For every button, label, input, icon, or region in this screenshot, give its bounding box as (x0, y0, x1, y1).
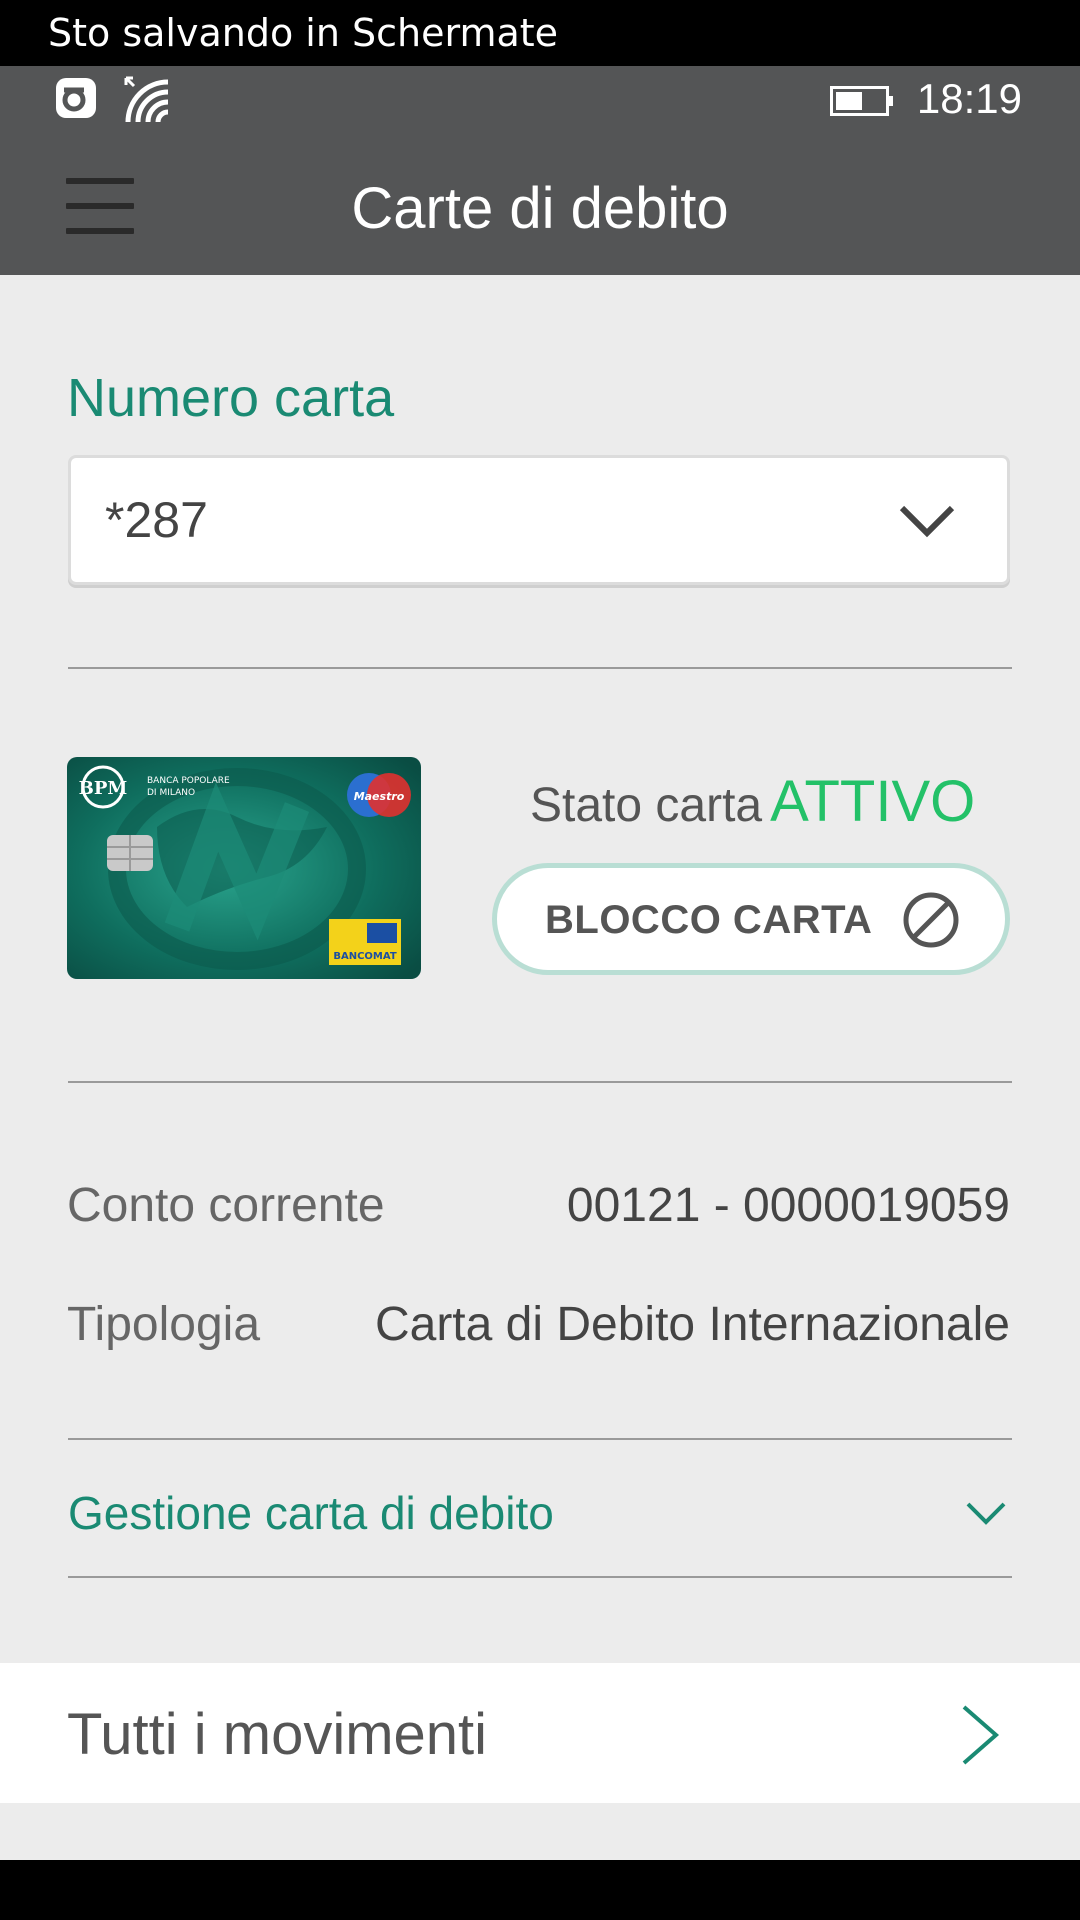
card-management-label: Gestione carta di debito (68, 1487, 554, 1539)
divider (68, 1576, 1012, 1578)
chevron-down-icon (966, 1502, 1006, 1525)
block-card-button[interactable]: BLOCCO CARTA (492, 863, 1010, 975)
card-status: Stato carta ATTIVO (530, 768, 975, 835)
system-bottom-bar (0, 1860, 1080, 1920)
block-card-label: BLOCCO CARTA (545, 898, 873, 942)
divider (68, 1081, 1012, 1083)
chevron-down-icon (899, 505, 955, 538)
account-value: 00121 - 0000019059 (566, 1179, 1010, 1232)
card-number-label: Numero carta (67, 368, 395, 428)
card-bank-name: BANCA POPOLARE (147, 776, 230, 786)
divider (68, 1438, 1012, 1440)
card-status-value: ATTIVO (770, 769, 976, 834)
card-logo-bpm: BPM (79, 778, 128, 799)
card-management-expander[interactable]: Gestione carta di debito (68, 1446, 1012, 1566)
bancomat-logo: BANCOMAT (333, 951, 396, 962)
all-movements-row[interactable]: Tutti i movimenti (0, 1663, 1080, 1803)
debit-card-image: BPM BANCA POPOLARE DI MILANO Maestro BAN… (67, 757, 421, 979)
card-number-select[interactable]: *287 (68, 455, 1010, 585)
battery-icon (830, 86, 893, 116)
all-movements-label: Tutti i movimenti (67, 1702, 488, 1767)
type-value: Carta di Debito Internazionale (374, 1298, 1010, 1351)
account-label: Conto corrente (67, 1179, 385, 1232)
svg-text:DI MILANO: DI MILANO (147, 788, 195, 798)
divider (68, 667, 1012, 669)
screenshot-toast: Sto salvando in Schermate (0, 0, 1080, 66)
chevron-right-icon (962, 1705, 1000, 1765)
maestro-logo: Maestro (354, 790, 405, 803)
toast-text: Sto salvando in Schermate (48, 11, 559, 55)
wifi-icon (124, 76, 169, 123)
nfc-icon (56, 78, 96, 118)
card-number-value: *287 (105, 492, 208, 548)
type-label: Tipologia (67, 1298, 261, 1351)
block-icon (903, 892, 959, 948)
page-title: Carte di debito (351, 176, 729, 241)
card-status-label: Stato carta (530, 779, 763, 832)
status-bar: 18:19 (0, 66, 1080, 132)
status-time: 18:19 (916, 75, 1022, 122)
app-bar: Carte di debito (0, 132, 1080, 275)
